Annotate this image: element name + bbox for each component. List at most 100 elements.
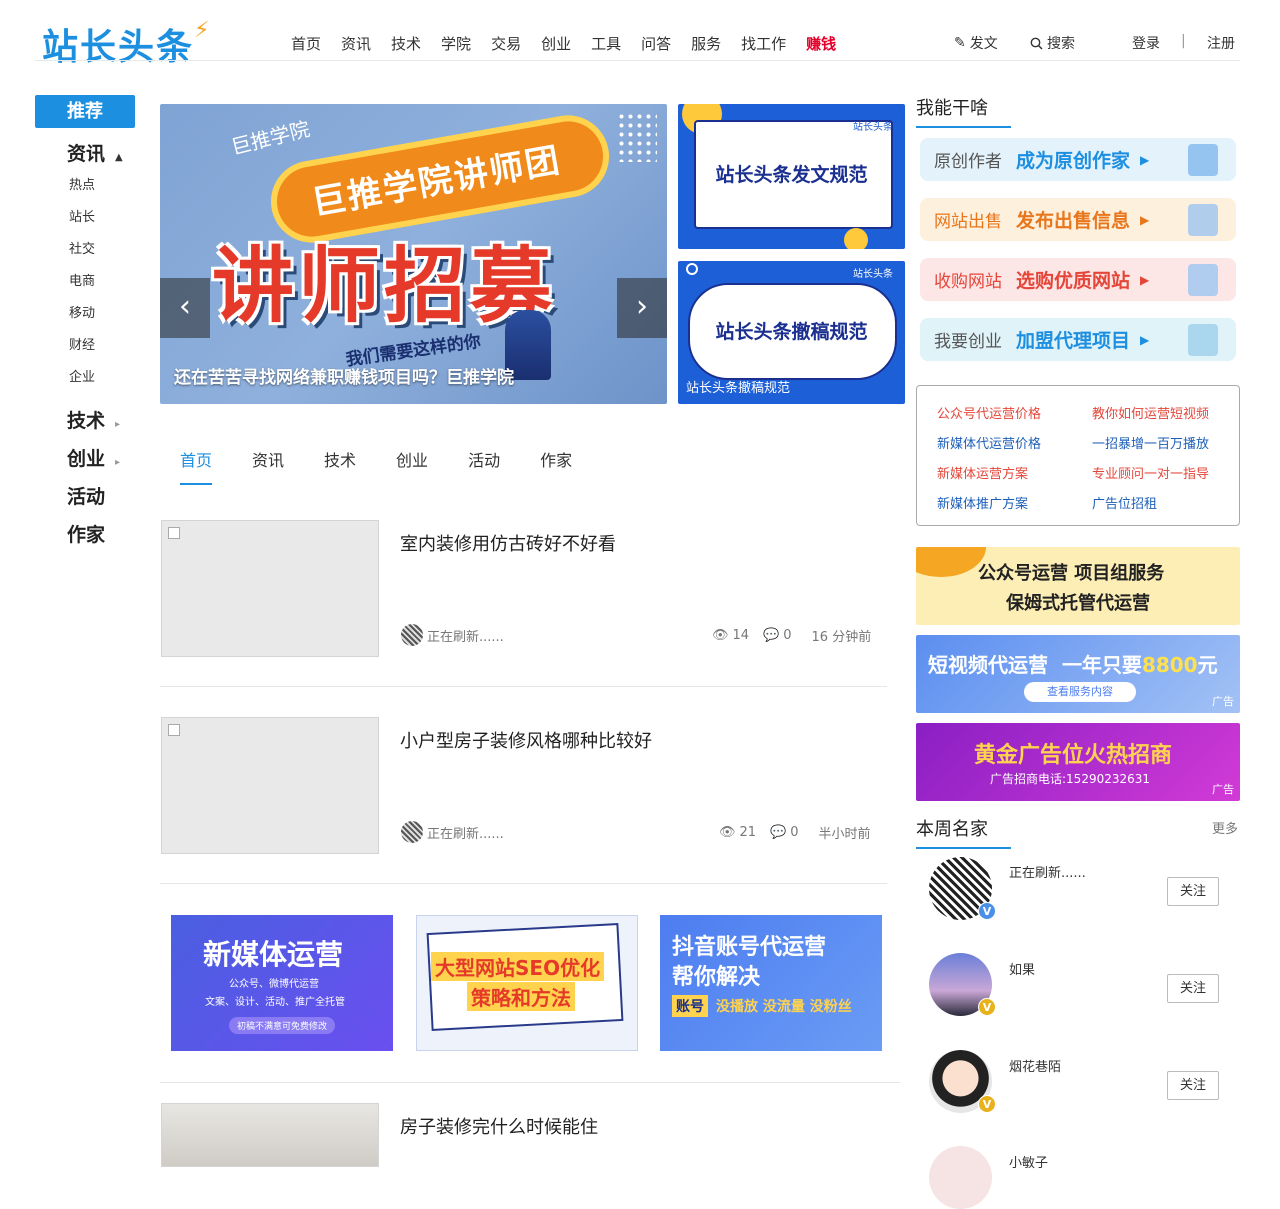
author-name[interactable]: 小敏子 bbox=[1009, 1152, 1048, 1171]
service-link[interactable]: 专业顾问一对一指导 bbox=[1092, 463, 1209, 482]
tab-startup[interactable]: 创业 bbox=[396, 447, 428, 485]
service-link[interactable]: 教你如何运营短视频 bbox=[1092, 403, 1209, 422]
carousel-next-button[interactable]: › bbox=[617, 278, 667, 338]
cta-franchise[interactable]: 我要创业 加盟代理项目 ▶ bbox=[920, 318, 1236, 361]
nav-startup[interactable]: 创业 bbox=[533, 33, 579, 54]
left-nav-news[interactable]: 资讯 ▲ bbox=[67, 139, 123, 166]
tab-activity[interactable]: 活动 bbox=[468, 447, 500, 485]
ad-line: 文案、设计、活动、推广全托管 bbox=[205, 997, 345, 1008]
article-title[interactable]: 小户型房子装修风格哪种比较好 bbox=[400, 727, 652, 753]
left-nav-startup[interactable]: 创业 ▸ bbox=[67, 444, 120, 471]
ad-label: 广告 bbox=[1212, 695, 1234, 708]
left-nav-author[interactable]: 作家 bbox=[67, 520, 105, 547]
comment-icon: 💬 bbox=[763, 628, 780, 643]
nav-academy[interactable]: 学院 bbox=[433, 33, 479, 54]
arrow-right-icon: ▶ bbox=[1140, 272, 1150, 287]
nav-service[interactable]: 服务 bbox=[683, 33, 729, 54]
register-link[interactable]: 注册 bbox=[1207, 33, 1235, 53]
cta-buy-site[interactable]: 收购网站 选购优质网站 ▶ bbox=[920, 258, 1236, 301]
tab-news[interactable]: 资讯 bbox=[252, 447, 284, 485]
decor-circle bbox=[686, 263, 698, 275]
article-divider bbox=[160, 686, 887, 687]
article-thumbnail[interactable] bbox=[161, 717, 379, 854]
caret-right-icon: ▸ bbox=[115, 419, 121, 430]
follow-button[interactable]: 关注 bbox=[1167, 1071, 1219, 1100]
verified-badge: V bbox=[978, 998, 996, 1016]
cta-become-author[interactable]: 原创作者 成为原创作家 ▶ bbox=[920, 138, 1236, 181]
section-title-authors: 本周名家 bbox=[916, 815, 1011, 849]
article-author[interactable]: 正在刷新...... bbox=[401, 624, 504, 646]
article-thumbnail[interactable] bbox=[161, 1103, 379, 1167]
tab-author[interactable]: 作家 bbox=[540, 447, 572, 485]
ad-line: 没播放 没流量 没粉丝 bbox=[716, 999, 852, 1015]
article-title[interactable]: 房子装修完什么时候能住 bbox=[400, 1113, 598, 1139]
nav-tech[interactable]: 技术 bbox=[383, 33, 429, 54]
service-link[interactable]: 一招暴增一百万播放 bbox=[1092, 433, 1209, 452]
nav-trade[interactable]: 交易 bbox=[483, 33, 529, 54]
author-avatar bbox=[401, 624, 423, 646]
broken-image-icon bbox=[168, 724, 180, 736]
service-link[interactable]: 公众号代运营价格 bbox=[937, 403, 1041, 422]
tab-tech[interactable]: 技术 bbox=[324, 447, 356, 485]
nav-qa[interactable]: 问答 bbox=[633, 33, 679, 54]
side-banner-withdraw-rules[interactable]: 站长头条 站长头条撤稿规范 站长头条撤稿规范 bbox=[678, 261, 905, 404]
edit-icon: ✎ bbox=[954, 35, 966, 51]
left-nav-sub-social[interactable]: 社交 bbox=[69, 238, 95, 257]
side-banner-post-rules[interactable]: 站长头条 站长头条发文规范 bbox=[678, 104, 905, 249]
author-avatar[interactable] bbox=[929, 1146, 992, 1209]
arrow-right-icon: ▶ bbox=[1140, 332, 1150, 347]
caret-right-icon: ▸ bbox=[115, 457, 121, 468]
left-nav-sub-finance[interactable]: 财经 bbox=[69, 334, 95, 353]
left-nav-sub-enterprise[interactable]: 企业 bbox=[69, 366, 95, 385]
banner-caption: 还在苦苦寻找网络兼职赚钱项目吗？巨推学院 bbox=[174, 368, 514, 388]
ad-new-media[interactable]: 新媒体运营 公众号、微博代运营 文案、设计、活动、推广全托管 初稿不满意可免费修… bbox=[171, 915, 393, 1051]
left-nav-sub-ecommerce[interactable]: 电商 bbox=[69, 270, 95, 289]
ad-short-video[interactable]: 短视频代运营 一年只要8800元 查看服务内容 广告 bbox=[916, 635, 1240, 713]
follow-button[interactable]: 关注 bbox=[1167, 974, 1219, 1003]
header-divider: | bbox=[1181, 33, 1186, 49]
left-nav-activity[interactable]: 活动 bbox=[67, 482, 105, 509]
left-nav-tech[interactable]: 技术 ▸ bbox=[67, 406, 120, 433]
nav-earn[interactable]: 赚钱 bbox=[798, 33, 844, 54]
ad-douyin[interactable]: 抖音账号代运营 帮你解决 账号 没播放 没流量 没粉丝 bbox=[660, 915, 882, 1051]
article-stats: 👁 14 💬 0 16 分钟前 bbox=[712, 628, 872, 645]
article-thumbnail[interactable] bbox=[161, 520, 379, 657]
search-button[interactable]: 搜索 bbox=[1030, 33, 1075, 53]
ad-subtitle: 广告招商电话:15290232631 bbox=[990, 772, 1151, 786]
left-nav-sub-hot[interactable]: 热点 bbox=[69, 174, 95, 193]
article-title[interactable]: 室内装修用仿古砖好不好看 bbox=[400, 530, 616, 556]
phone-icon bbox=[1188, 324, 1218, 356]
follow-button[interactable]: 关注 bbox=[1167, 877, 1219, 906]
ad-seo[interactable]: 大型网站SEO优化 策略和方法 bbox=[416, 915, 638, 1051]
left-nav-sub-webmaster[interactable]: 站长 bbox=[69, 206, 95, 225]
tab-home[interactable]: 首页 bbox=[180, 447, 213, 485]
service-link[interactable]: 新媒体代运营价格 bbox=[937, 433, 1041, 452]
author-name[interactable]: 如果 bbox=[1009, 959, 1035, 978]
login-link[interactable]: 登录 bbox=[1132, 33, 1160, 53]
ad-gold-slot[interactable]: 黄金广告位火热招商 广告招商电话:15290232631 广告 bbox=[916, 723, 1240, 801]
ad-label: 广告 bbox=[1212, 783, 1234, 796]
service-link[interactable]: 广告位招租 bbox=[1092, 493, 1157, 512]
author-name[interactable]: 正在刷新...... bbox=[1009, 862, 1086, 881]
nav-home[interactable]: 首页 bbox=[283, 33, 329, 54]
carousel-prev-button[interactable]: ‹ bbox=[160, 278, 210, 338]
cta-sell-site[interactable]: 网站出售 发布出售信息 ▶ bbox=[920, 198, 1236, 241]
hero-carousel[interactable]: 巨推学院 巨推学院讲师团 讲师招募 我们需要这样的你 还在苦苦寻找网络兼职赚钱项… bbox=[160, 104, 667, 404]
article-divider bbox=[160, 1082, 900, 1083]
left-nav-sub-mobile[interactable]: 移动 bbox=[69, 302, 95, 321]
ad-wechat-ops[interactable]: 公众号运营 项目组服务 保姆式托管代运营 bbox=[916, 547, 1240, 625]
service-link[interactable]: 新媒体推广方案 bbox=[937, 493, 1028, 512]
nav-jobs[interactable]: 找工作 bbox=[733, 33, 794, 54]
nav-tools[interactable]: 工具 bbox=[583, 33, 629, 54]
site-logo[interactable]: 站长头条⚡ bbox=[42, 18, 211, 70]
author-avatar bbox=[401, 821, 423, 843]
service-link[interactable]: 新媒体运营方案 bbox=[937, 463, 1028, 482]
nav-news[interactable]: 资讯 bbox=[333, 33, 379, 54]
more-link[interactable]: 更多 bbox=[1212, 818, 1238, 837]
post-button[interactable]: ✎ 发文 bbox=[954, 33, 998, 53]
article-author[interactable]: 正在刷新...... bbox=[401, 821, 504, 843]
left-nav-recommend[interactable]: 推荐 bbox=[35, 95, 135, 128]
author-name[interactable]: 烟花巷陌 bbox=[1009, 1056, 1061, 1075]
service-links-box: 公众号代运营价格 教你如何运营短视频 新媒体代运营价格 一招暴增一百万播放 新媒… bbox=[916, 385, 1240, 526]
arrow-right-icon: ▶ bbox=[1140, 152, 1150, 167]
